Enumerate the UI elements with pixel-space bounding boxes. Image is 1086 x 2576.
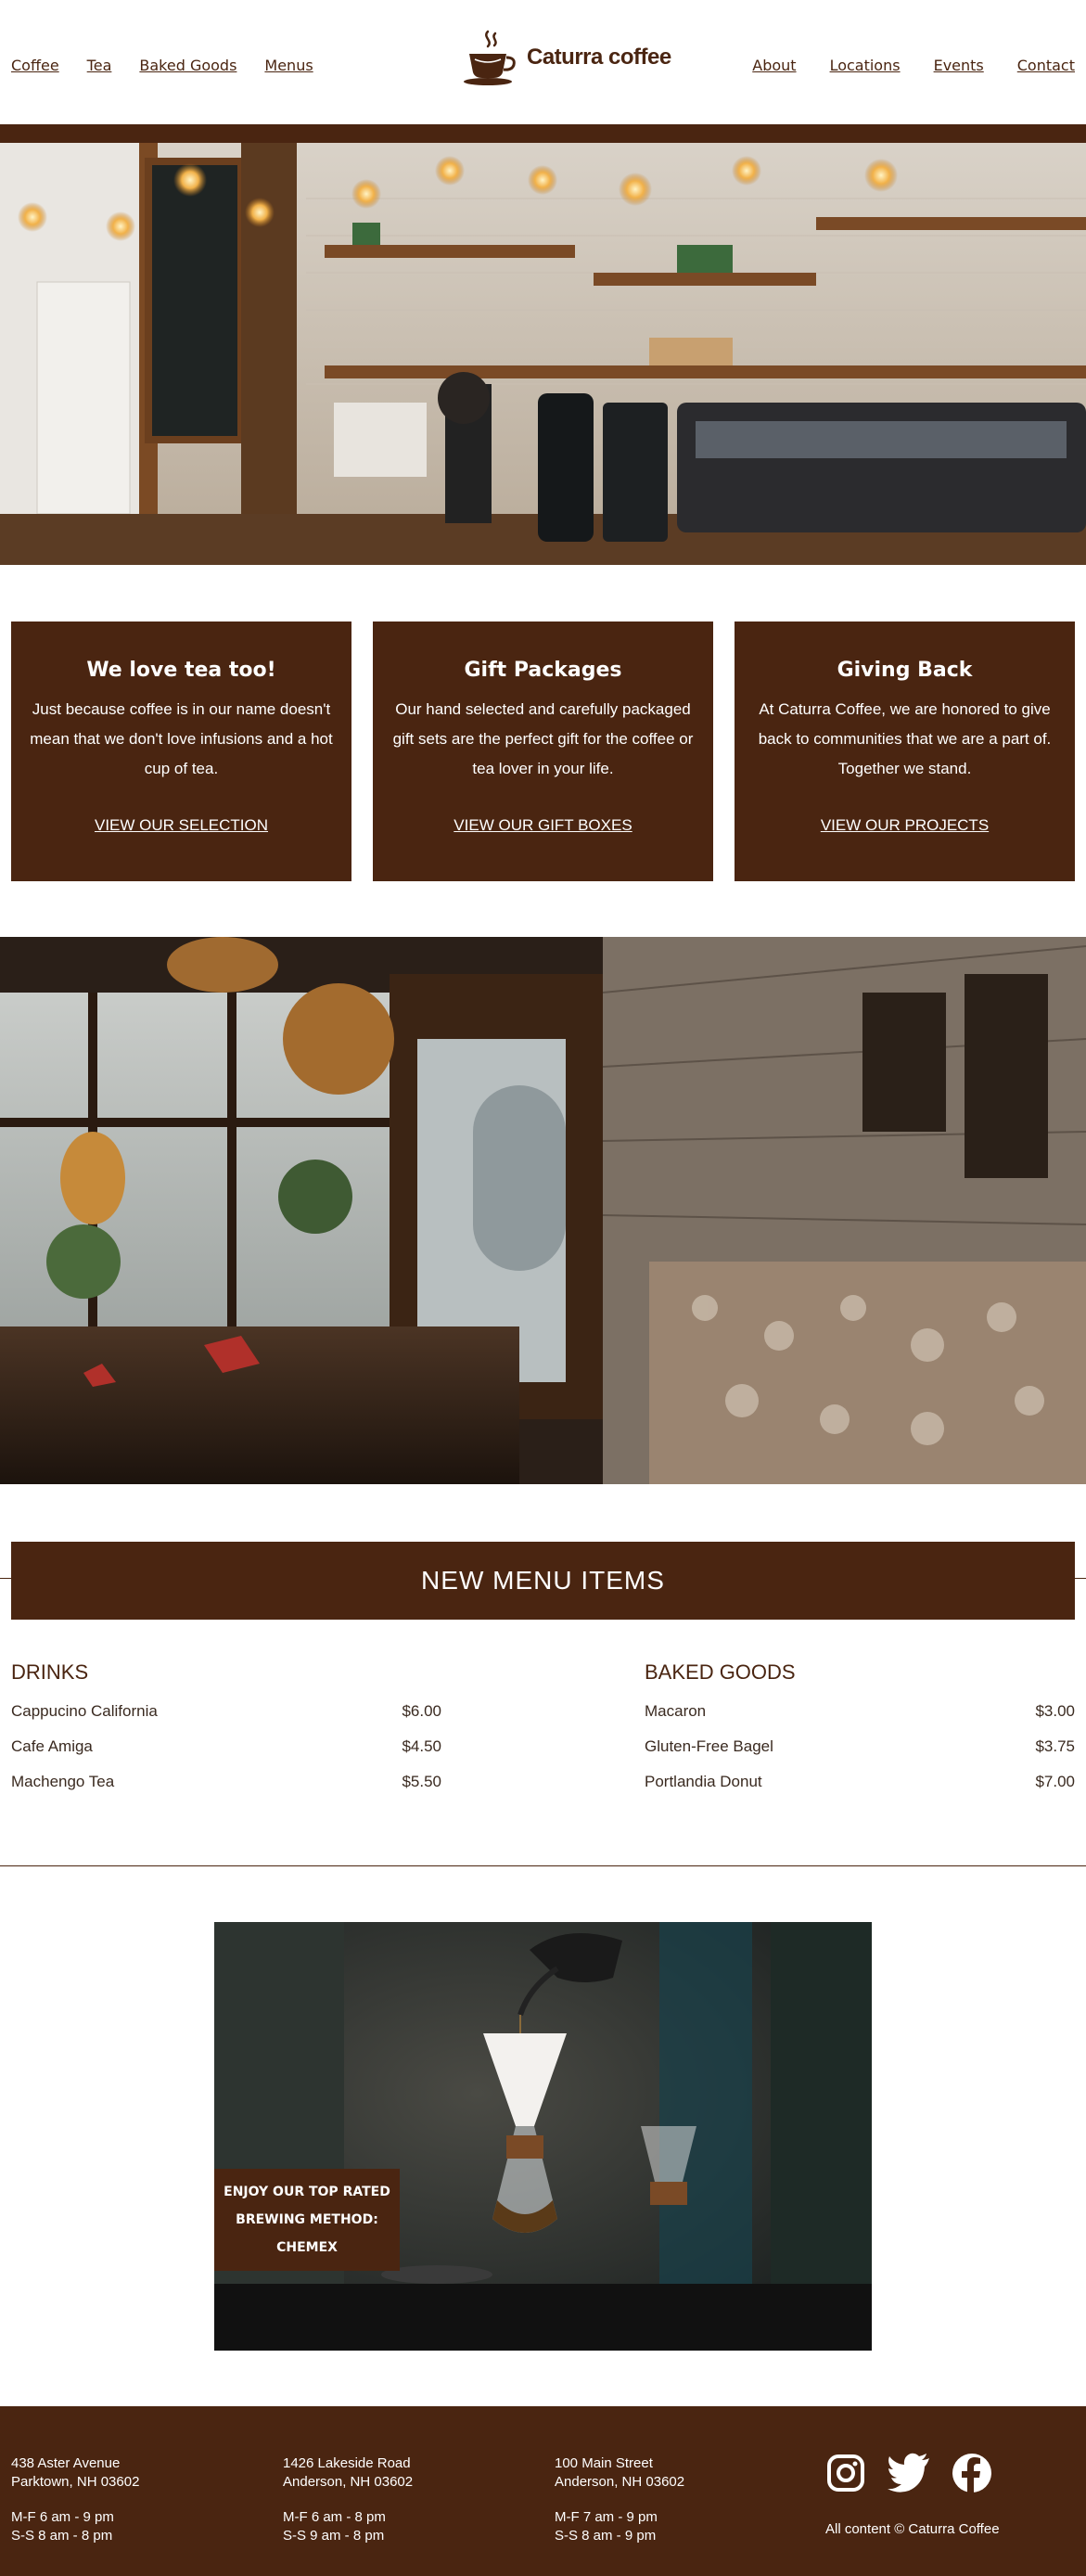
site-header: Coffee Tea Baked Goods Menus Caturra cof… (0, 0, 1086, 124)
menu-banner: NEW MENU ITEMS (11, 1542, 1075, 1620)
card-title: We love tea too! (86, 659, 276, 682)
menu-item-name: Machengo Tea (11, 1773, 115, 1790)
card-giving-back: Giving Back At Caturra Coffee, we are ho… (735, 622, 1075, 881)
location-city: Anderson, NH 03602 (555, 2474, 685, 2490)
location-main-street: 100 Main Street Anderson, NH 03602 M-F 7… (555, 2454, 684, 2545)
nav-link-contact[interactable]: Contact (1017, 57, 1075, 74)
location-city: Anderson, NH 03602 (283, 2474, 414, 2490)
location-weekend-hours: S-S 9 am - 8 pm (283, 2528, 385, 2544)
nav-link-menus[interactable]: Menus (264, 57, 313, 74)
card-gift-packages: Gift Packages Our hand selected and care… (373, 622, 713, 881)
card-tea: We love tea too! Just because coffee is … (11, 622, 351, 881)
interior-image-cafe (0, 937, 1086, 1484)
menu-item: Gluten-Free Bagel $3.75 (645, 1729, 1075, 1764)
header-divider-bar (0, 124, 1086, 143)
nav-link-about[interactable]: About (752, 57, 796, 74)
logo[interactable]: Caturra coffee (460, 28, 671, 87)
location-street: 1426 Lakeside Road (283, 2455, 411, 2471)
menu-item-name: Cappucino California (11, 1702, 158, 1720)
menu-item: Machengo Tea $5.50 (11, 1764, 441, 1800)
location-street: 438 Aster Avenue (11, 2455, 121, 2471)
facebook-icon[interactable] (952, 2453, 992, 2493)
social-links (825, 2453, 992, 2493)
menu-item-price: $7.00 (1035, 1773, 1075, 1790)
menu-item-name: Macaron (645, 1702, 707, 1720)
location-weekday-hours: M-F 6 am - 8 pm (283, 2509, 386, 2525)
location-weekend-hours: S-S 8 am - 9 pm (555, 2528, 657, 2544)
brew-image-chemex: ENJOY OUR TOP RATED BREWING METHOD: CHEM… (214, 1922, 872, 2351)
nav-link-tea[interactable]: Tea (87, 57, 112, 74)
nav-right: About Locations Events Contact (752, 57, 1075, 74)
location-weekday-hours: M-F 7 am - 9 pm (555, 2509, 658, 2525)
card-title: Gift Packages (464, 659, 622, 682)
brew-label-line1: ENJOY OUR TOP RATED (224, 2185, 390, 2199)
feature-cards: We love tea too! Just because coffee is … (11, 622, 1075, 881)
card-body: At Caturra Coffee, we are honored to giv… (758, 700, 1052, 777)
site-footer: 438 Aster Avenue Parktown, NH 03602 M-F … (0, 2406, 1086, 2576)
menu-item-price: $3.75 (1035, 1737, 1075, 1755)
menu-heading-baked-goods: BAKED GOODS (645, 1660, 796, 1684)
menu-item-price: $4.50 (402, 1737, 441, 1755)
brew-label-line2: BREWING METHOD: (236, 2212, 378, 2227)
menu-item-price: $6.00 (402, 1702, 441, 1720)
menu-item-name: Portlandia Donut (645, 1773, 762, 1790)
nav-link-baked-goods[interactable]: Baked Goods (139, 57, 236, 74)
menu-item: Cappucino California $6.00 (11, 1694, 441, 1729)
card-body: Our hand selected and carefully packaged… (392, 700, 694, 777)
menu-item: Macaron $3.00 (645, 1694, 1075, 1729)
hero-image-coffee-bar (0, 143, 1086, 565)
brew-label-line3: CHEMEX (276, 2240, 338, 2255)
location-lakeside: 1426 Lakeside Road Anderson, NH 03602 M-… (283, 2454, 413, 2545)
location-parktown: 438 Aster Avenue Parktown, NH 03602 M-F … (11, 2454, 139, 2545)
menu-item-name: Cafe Amiga (11, 1737, 93, 1755)
menu-item-price: $3.00 (1035, 1702, 1075, 1720)
location-weekday-hours: M-F 6 am - 9 pm (11, 2509, 114, 2525)
instagram-icon[interactable] (825, 2453, 866, 2493)
nav-link-locations[interactable]: Locations (830, 57, 901, 74)
nav-left: Coffee Tea Baked Goods Menus (11, 57, 313, 74)
logo-text: Caturra coffee (527, 45, 671, 70)
location-weekend-hours: S-S 8 am - 8 pm (11, 2528, 113, 2544)
menu-item: Cafe Amiga $4.50 (11, 1729, 441, 1764)
location-city: Parktown, NH 03602 (11, 2474, 140, 2490)
card-title: Giving Back (837, 659, 973, 682)
menu-heading-drinks: DRINKS (11, 1660, 89, 1684)
copyright: All content © Caturra Coffee (825, 2521, 1000, 2537)
location-street: 100 Main Street (555, 2455, 653, 2471)
twitter-icon[interactable] (887, 2453, 931, 2493)
menu-drinks: DRINKS Cappucino California $6.00 Cafe A… (11, 1660, 441, 1800)
menu-item: Portlandia Donut $7.00 (645, 1764, 1075, 1800)
section-divider (0, 1865, 1086, 1866)
view-projects-link[interactable]: VIEW OUR PROJECTS (735, 816, 1075, 835)
card-body: Just because coffee is in our name doesn… (30, 700, 333, 777)
view-gift-boxes-link[interactable]: VIEW OUR GIFT BOXES (373, 816, 713, 835)
menu-baked-goods: BAKED GOODS Macaron $3.00 Gluten-Free Ba… (645, 1660, 1075, 1800)
brew-label: ENJOY OUR TOP RATED BREWING METHOD: CHEM… (214, 2169, 400, 2271)
nav-link-coffee[interactable]: Coffee (11, 57, 59, 74)
coffee-cup-icon (464, 30, 516, 85)
menu-item-name: Gluten-Free Bagel (645, 1737, 773, 1755)
nav-link-events[interactable]: Events (934, 57, 984, 74)
view-selection-link[interactable]: VIEW OUR SELECTION (11, 816, 351, 835)
menu-item-price: $5.50 (402, 1773, 441, 1790)
